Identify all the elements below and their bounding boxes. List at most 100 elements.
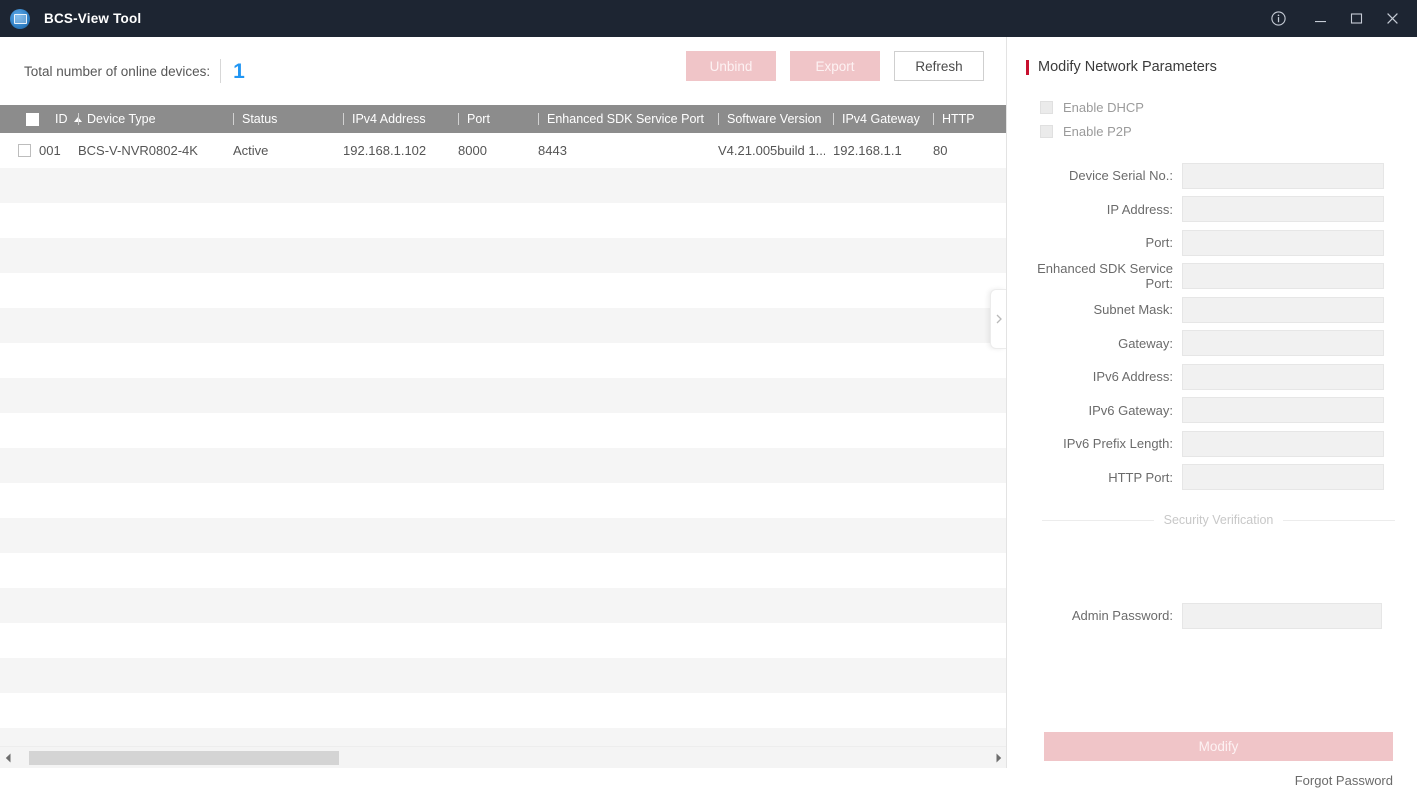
enable-p2p-label: Enable P2P xyxy=(1063,123,1132,139)
ipv6-gateway-field[interactable] xyxy=(1182,397,1384,424)
table-header-sdk-port[interactable]: Enhanced SDK Service Port xyxy=(530,105,710,133)
table-header-ipv4-gateway-label: IPv4 Gateway xyxy=(842,112,920,126)
ipv6-gateway-label: IPv6 Gateway: xyxy=(1088,402,1173,418)
admin-password-field[interactable] xyxy=(1182,602,1382,629)
scroll-left-arrow-icon[interactable] xyxy=(0,748,17,768)
table-header-status[interactable]: Status xyxy=(225,105,335,133)
table-header-ipv4-gateway[interactable]: IPv4 Gateway xyxy=(825,105,925,133)
ipv6-address-field[interactable] xyxy=(1182,363,1384,390)
column-divider xyxy=(343,113,344,125)
ipv6-prefix-length-field[interactable] xyxy=(1182,430,1384,457)
table-header-ipv4-address[interactable]: IPv4 Address xyxy=(335,105,450,133)
column-divider xyxy=(933,113,934,125)
panel-title: Modify Network Parameters xyxy=(1038,59,1217,75)
gateway-label: Gateway: xyxy=(1118,335,1173,351)
table-row-empty xyxy=(0,623,1006,658)
table-row-empty xyxy=(0,308,1006,343)
enable-dhcp-row[interactable]: Enable DHCP xyxy=(1040,96,1417,118)
table-header-port[interactable]: Port xyxy=(450,105,530,133)
gateway-field[interactable] xyxy=(1182,330,1384,357)
ipv6-address-label: IPv6 Address: xyxy=(1092,369,1173,385)
modify-network-parameters-panel: Modify Network Parameters Enable DHCP En… xyxy=(1008,37,1417,788)
scrollbar-track[interactable] xyxy=(17,750,990,765)
horizontal-scrollbar[interactable] xyxy=(0,746,1006,768)
table-row-empty xyxy=(0,203,1006,238)
column-divider xyxy=(233,113,234,125)
enable-p2p-row[interactable]: Enable P2P xyxy=(1040,120,1417,142)
table-cell-sdk-port: 8443 xyxy=(538,143,567,158)
security-verification-divider: Security Verification xyxy=(1042,513,1395,527)
sdk-service-port-field[interactable] xyxy=(1182,263,1384,290)
table-header-port-label: Port xyxy=(467,112,490,126)
http-port-label: HTTP Port: xyxy=(1108,469,1173,485)
table-row-empty xyxy=(0,378,1006,413)
field-row-ipv6-prefix-length: IPv6 Prefix Length: xyxy=(1008,427,1417,461)
window-controls xyxy=(1263,0,1417,37)
http-port-field[interactable] xyxy=(1182,464,1384,491)
divider-line-left xyxy=(1042,519,1154,521)
table-header-status-label: Status xyxy=(242,112,278,126)
table-header-id[interactable]: ID xyxy=(0,105,82,133)
field-row-subnet-mask: Subnet Mask: xyxy=(1008,293,1417,327)
ip-address-field[interactable] xyxy=(1182,196,1384,223)
total-devices-count: 1 xyxy=(233,59,245,83)
table-cell-ipv4-gateway: 192.168.1.1 xyxy=(833,143,902,158)
field-row-ipv6-address: IPv6 Address: xyxy=(1008,360,1417,394)
camera-circle-logo-icon xyxy=(10,8,30,29)
device-serial-no-label: Device Serial No.: xyxy=(1068,168,1173,184)
table-row[interactable]: 001 BCS-V-NVR0802-4K Active 192.168.1.10… xyxy=(0,133,1006,168)
column-divider xyxy=(718,113,719,125)
enable-dhcp-checkbox[interactable] xyxy=(1040,100,1053,114)
table-row-empty xyxy=(0,518,1006,553)
table-cell-id-value: 001 xyxy=(39,143,61,158)
unbind-button[interactable]: Unbind xyxy=(686,51,776,81)
table-cell-port: 8000 xyxy=(458,143,487,158)
table-row-empty xyxy=(0,483,1006,518)
subnet-mask-label: Subnet Mask: xyxy=(1093,302,1174,318)
enable-dhcp-label: Enable DHCP xyxy=(1063,99,1144,115)
table-cell-status: Active xyxy=(233,143,269,158)
info-circle-icon[interactable] xyxy=(1263,0,1293,37)
ipv6-prefix-length-label: IPv6 Prefix Length: xyxy=(1063,436,1173,452)
table-cell-device-type: BCS-V-NVR0802-4K xyxy=(78,143,198,158)
panel-collapse-handle[interactable] xyxy=(990,289,1006,349)
table-row-empty xyxy=(0,448,1006,483)
table-row-empty xyxy=(0,238,1006,273)
field-row-device-serial-no: Device Serial No.: xyxy=(1008,159,1417,193)
table-row-empty xyxy=(0,553,1006,588)
table-header-http-port[interactable]: HTTP xyxy=(925,105,1005,133)
field-row-http-port: HTTP Port: xyxy=(1008,461,1417,495)
forgot-password-link[interactable]: Forgot Password xyxy=(1295,773,1393,788)
select-all-checkbox[interactable] xyxy=(26,112,39,126)
enable-p2p-checkbox[interactable] xyxy=(1040,124,1053,138)
total-devices-label: Total number of online devices: xyxy=(24,63,211,79)
close-icon[interactable] xyxy=(1377,0,1407,37)
scrollbar-thumb[interactable] xyxy=(29,750,339,765)
panel-accent-bar xyxy=(1026,59,1029,75)
table-body: 001 BCS-V-NVR0802-4K Active 192.168.1.10… xyxy=(0,133,1006,763)
title-bar: BCS-View Tool xyxy=(0,0,1417,37)
admin-password-label: Admin Password: xyxy=(1071,608,1173,624)
table-header-device-type[interactable]: Device Type xyxy=(70,105,225,133)
sdk-service-port-label: Enhanced SDK Service Port: xyxy=(1037,261,1173,292)
table-header-sdk-port-label: Enhanced SDK Service Port xyxy=(547,112,705,126)
toolbar-divider xyxy=(220,59,222,83)
maximize-icon[interactable] xyxy=(1341,0,1371,37)
subnet-mask-field[interactable] xyxy=(1182,296,1384,323)
scroll-right-arrow-icon[interactable] xyxy=(990,748,1006,768)
device-serial-no-field[interactable] xyxy=(1182,162,1384,189)
export-button[interactable]: Export xyxy=(790,51,880,81)
port-field[interactable] xyxy=(1182,229,1384,256)
minimize-icon[interactable] xyxy=(1305,0,1335,37)
divider-line-right xyxy=(1283,519,1395,521)
table-header-id-label: ID xyxy=(55,112,68,126)
row-select-checkbox[interactable] xyxy=(18,144,31,157)
network-parameters-form: Device Serial No.: IP Address: Port: Enh… xyxy=(1008,159,1417,494)
device-list-pane: Total number of online devices: 1 Unbind… xyxy=(0,37,1007,768)
ip-address-label: IP Address: xyxy=(1106,201,1173,217)
table-header-row: ID Device Type Status IPv4 Address Port xyxy=(0,105,1006,133)
refresh-button[interactable]: Refresh xyxy=(894,51,984,81)
modify-button[interactable]: Modify xyxy=(1044,732,1393,761)
table-header-software-version[interactable]: Software Version xyxy=(710,105,825,133)
field-row-ip-address: IP Address: xyxy=(1008,193,1417,227)
